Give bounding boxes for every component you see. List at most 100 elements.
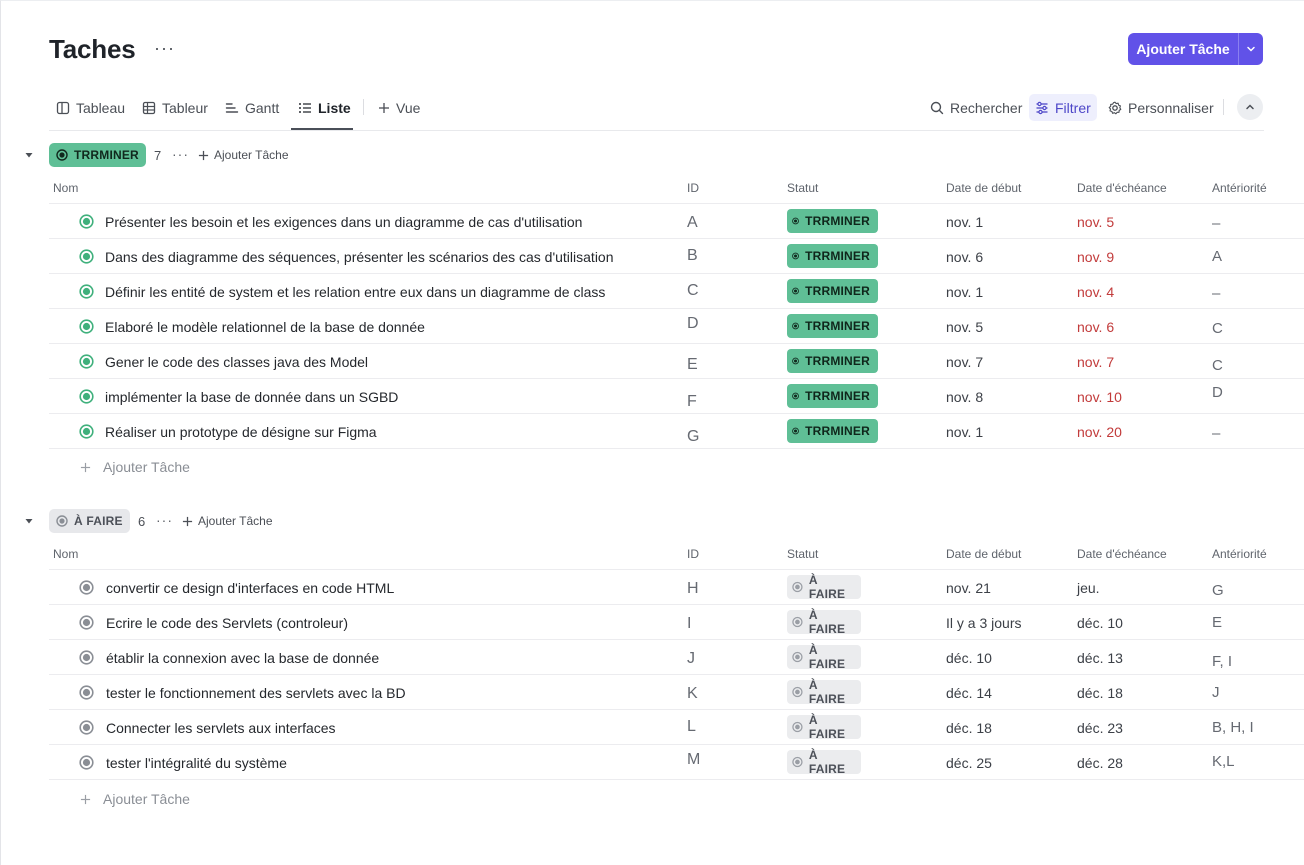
- table-row[interactable]: Présenter les besoin et les exigences da…: [49, 204, 1304, 239]
- status-done-icon[interactable]: [79, 354, 94, 374]
- start-date[interactable]: déc. 18: [946, 720, 992, 736]
- status-todo-icon[interactable]: [79, 615, 94, 635]
- table-row[interactable]: Ecrire le code des Servlets (controleur)…: [49, 605, 1304, 640]
- status-done-icon[interactable]: [79, 214, 94, 234]
- status-badge[interactable]: À FAIRE: [787, 678, 861, 706]
- start-date[interactable]: nov. 1: [946, 284, 983, 300]
- filter-button[interactable]: Filtrer: [1029, 94, 1097, 121]
- due-date[interactable]: déc. 10: [1077, 615, 1123, 631]
- column-header-status[interactable]: Statut: [787, 181, 818, 195]
- column-header-name[interactable]: Nom: [53, 547, 78, 561]
- add-task-row[interactable]: Ajouter Tâche: [80, 791, 190, 807]
- due-date[interactable]: nov. 9: [1077, 249, 1114, 265]
- task-name[interactable]: Elaboré le modèle relationnel de la base…: [105, 319, 425, 335]
- table-row[interactable]: Gener le code des classes java des Model…: [49, 344, 1304, 379]
- column-header-start[interactable]: Date de début: [946, 181, 1021, 195]
- status-todo-icon[interactable]: [79, 650, 94, 670]
- due-date[interactable]: nov. 20: [1077, 424, 1122, 440]
- start-date[interactable]: Il y a 3 jours: [946, 615, 1021, 631]
- task-name[interactable]: Gener le code des classes java des Model: [105, 354, 368, 370]
- table-row[interactable]: Dans des diagramme des séquences, présen…: [49, 239, 1304, 274]
- due-date[interactable]: déc. 28: [1077, 755, 1123, 771]
- task-name[interactable]: Réaliser un prototype de désigne sur Fig…: [105, 424, 377, 440]
- start-date[interactable]: nov. 1: [946, 214, 983, 230]
- search-button[interactable]: Rechercher: [924, 94, 1028, 121]
- table-row[interactable]: tester l'intégralité du système M À FAIRE d…: [49, 745, 1304, 780]
- due-date[interactable]: nov. 5: [1077, 214, 1114, 230]
- due-date[interactable]: nov. 7: [1077, 354, 1114, 370]
- column-header-id[interactable]: ID: [687, 181, 699, 195]
- table-row[interactable]: Connecter les servlets aux interfaces L À …: [49, 710, 1304, 745]
- due-date[interactable]: nov. 6: [1077, 319, 1114, 335]
- status-done-icon[interactable]: [79, 284, 94, 304]
- column-header-due[interactable]: Date d'échéance: [1077, 181, 1167, 195]
- status-badge[interactable]: TRRMINER: [787, 384, 878, 408]
- task-name[interactable]: établir la connexion avec la base de don…: [106, 650, 379, 666]
- collapse-button[interactable]: [1237, 94, 1263, 120]
- status-badge[interactable]: TRRMINER: [787, 279, 878, 303]
- status-badge[interactable]: TRRMINER: [787, 209, 878, 233]
- status-done-icon[interactable]: [79, 424, 94, 444]
- add-task-button[interactable]: Ajouter Tâche: [1128, 33, 1263, 65]
- column-header-prior[interactable]: Antériorité: [1212, 547, 1267, 561]
- status-todo-icon[interactable]: [79, 720, 94, 740]
- group-more-icon[interactable]: ···: [172, 146, 189, 162]
- table-row[interactable]: Définir les entité de system et les rela…: [49, 274, 1304, 309]
- due-date[interactable]: déc. 18: [1077, 685, 1123, 701]
- task-name[interactable]: implémenter la base de donnée dans un SG…: [105, 389, 398, 405]
- start-date[interactable]: nov. 21: [946, 580, 991, 596]
- start-date[interactable]: nov. 6: [946, 249, 983, 265]
- status-badge[interactable]: À FAIRE: [787, 573, 861, 601]
- status-todo-icon[interactable]: [79, 755, 94, 775]
- task-name[interactable]: Ecrire le code des Servlets (controleur): [106, 615, 348, 631]
- group-status-pill[interactable]: À FAIRE: [49, 509, 130, 533]
- task-name[interactable]: tester l'intégralité du système: [106, 755, 287, 771]
- column-header-id[interactable]: ID: [687, 547, 699, 561]
- start-date[interactable]: nov. 1: [946, 424, 983, 440]
- due-date[interactable]: déc. 13: [1077, 650, 1123, 666]
- due-date[interactable]: nov. 4: [1077, 284, 1114, 300]
- status-badge[interactable]: TRRMINER: [787, 244, 878, 268]
- chevron-down-icon[interactable]: [1239, 43, 1263, 55]
- tab-tableau[interactable]: Tableau: [56, 98, 125, 118]
- group-add-task-button[interactable]: Ajouter Tâche: [198, 148, 289, 162]
- table-row[interactable]: convertir ce design d'interfaces en code…: [49, 570, 1304, 605]
- add-view-button[interactable]: Vue: [378, 98, 420, 118]
- due-date[interactable]: déc. 23: [1077, 720, 1123, 736]
- status-badge[interactable]: TRRMINER: [787, 419, 878, 443]
- customize-button[interactable]: Personnaliser: [1102, 94, 1220, 121]
- table-row[interactable]: tester le fonctionnement des servlets av…: [49, 675, 1304, 710]
- start-date[interactable]: déc. 14: [946, 685, 992, 701]
- column-header-start[interactable]: Date de début: [946, 547, 1021, 561]
- start-date[interactable]: nov. 5: [946, 319, 983, 335]
- table-row[interactable]: Réaliser un prototype de désigne sur Fig…: [49, 414, 1304, 449]
- column-header-name[interactable]: Nom: [53, 181, 78, 195]
- group-more-icon[interactable]: ···: [156, 512, 173, 528]
- task-name[interactable]: Présenter les besoin et les exigences da…: [105, 214, 582, 230]
- task-name[interactable]: tester le fonctionnement des servlets av…: [106, 685, 406, 701]
- add-task-row[interactable]: Ajouter Tâche: [80, 459, 190, 475]
- column-header-due[interactable]: Date d'échéance: [1077, 547, 1167, 561]
- status-badge[interactable]: TRRMINER: [787, 349, 878, 373]
- start-date[interactable]: déc. 10: [946, 650, 992, 666]
- tab-tableur[interactable]: Tableur: [142, 98, 208, 118]
- status-badge[interactable]: À FAIRE: [787, 643, 861, 671]
- task-name[interactable]: Définir les entité de system et les rela…: [105, 284, 605, 300]
- table-row[interactable]: implémenter la base de donnée dans un SG…: [49, 379, 1304, 414]
- more-options-icon[interactable]: ···: [154, 38, 175, 59]
- group-status-pill[interactable]: TRRMINER: [49, 143, 146, 167]
- start-date[interactable]: déc. 25: [946, 755, 992, 771]
- group-collapse-toggle[interactable]: [24, 150, 34, 160]
- status-todo-icon[interactable]: [79, 580, 94, 600]
- status-badge[interactable]: À FAIRE: [787, 713, 861, 741]
- due-date[interactable]: jeu.: [1077, 580, 1100, 596]
- task-name[interactable]: convertir ce design d'interfaces en code…: [106, 580, 394, 596]
- start-date[interactable]: nov. 8: [946, 389, 983, 405]
- status-done-icon[interactable]: [79, 319, 94, 339]
- status-badge[interactable]: À FAIRE: [787, 608, 861, 636]
- tab-gantt[interactable]: Gantt: [225, 98, 279, 118]
- status-done-icon[interactable]: [79, 389, 94, 409]
- start-date[interactable]: nov. 7: [946, 354, 983, 370]
- table-row[interactable]: établir la connexion avec la base de don…: [49, 640, 1304, 675]
- due-date[interactable]: nov. 10: [1077, 389, 1122, 405]
